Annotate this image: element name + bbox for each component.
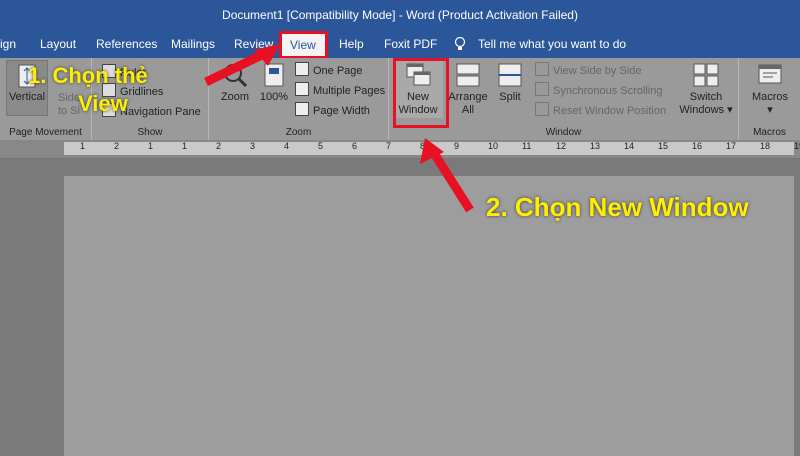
arrow-to-view-tab [204, 47, 270, 87]
arrow-to-new-window [428, 147, 474, 213]
step2-annotation: 2. Chọn New Window [486, 192, 749, 222]
step1-annotation: 1. Chọn thẻ View [28, 62, 148, 118]
step1-line1: 1. Chọn thẻ [28, 63, 148, 88]
step1-line2: View [78, 91, 128, 116]
